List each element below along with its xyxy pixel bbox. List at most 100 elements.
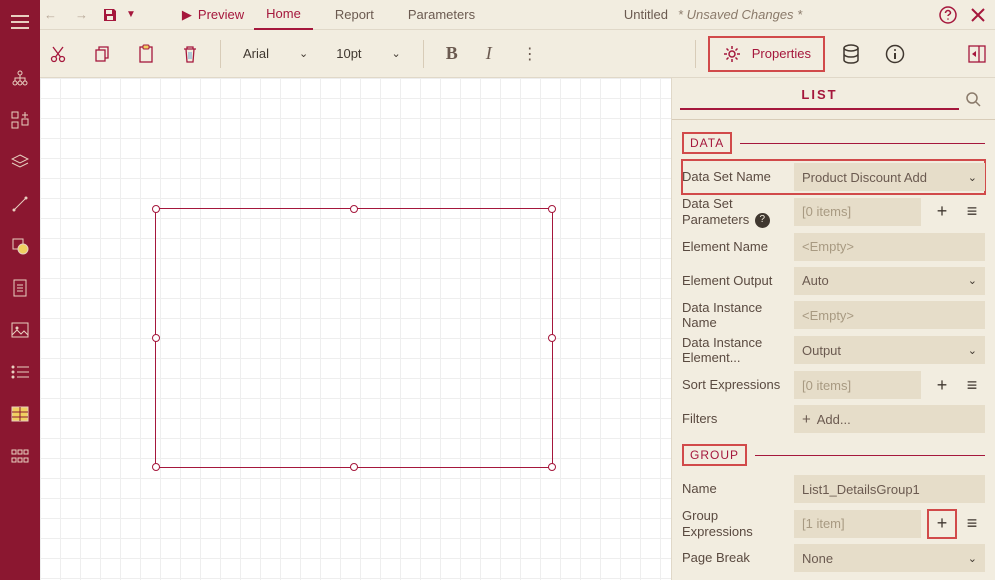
toolbar: Arial ⌄ 10pt ⌄ B I ⋮ Properties	[0, 30, 995, 78]
collapse-panel-icon[interactable]	[959, 36, 995, 72]
more-icon[interactable]: ⋮	[510, 44, 550, 64]
delete-icon[interactable]	[172, 36, 208, 72]
play-icon: ▶	[182, 7, 192, 23]
copy-icon[interactable]	[84, 36, 120, 72]
add-icon[interactable]: +	[929, 511, 955, 537]
help-icon[interactable]	[939, 6, 957, 24]
undo-icon[interactable]: ←	[40, 7, 61, 22]
prop-label: Page Break	[682, 548, 786, 568]
resize-handle[interactable]	[152, 334, 160, 342]
prop-element-output: Element Output Auto⌄	[682, 264, 985, 298]
prop-sort-expressions: Sort Expressions [0 items] + ≡	[682, 368, 985, 402]
resize-handle[interactable]	[152, 463, 160, 471]
database-icon[interactable]	[833, 36, 869, 72]
resize-handle[interactable]	[548, 205, 556, 213]
data-instance-element-select[interactable]: Output⌄	[794, 336, 985, 364]
save-icon[interactable]	[102, 7, 118, 23]
tab-home[interactable]: Home	[254, 0, 313, 30]
font-select[interactable]: Arial ⌄	[233, 40, 318, 67]
menu-icon[interactable]: ≡	[959, 199, 985, 225]
prop-value: None	[802, 551, 833, 566]
prop-label: Filters	[682, 409, 786, 429]
filters-add-button[interactable]: +Add...	[794, 405, 985, 433]
page-break-select[interactable]: None ⌄	[794, 544, 985, 572]
chevron-down-icon: ⌄	[968, 552, 977, 565]
prop-label: Group Expressions	[682, 506, 786, 541]
matrix-icon[interactable]	[8, 444, 32, 468]
prop-label: Element Name	[682, 237, 786, 257]
resize-handle[interactable]	[350, 205, 358, 213]
section-group-title: GROUP	[682, 444, 747, 466]
properties-button[interactable]: Properties	[708, 36, 825, 72]
data-set-name-select[interactable]: Product Discount Add ⌄	[794, 163, 985, 191]
resize-handle[interactable]	[548, 334, 556, 342]
divider	[755, 455, 985, 456]
tab-parameters[interactable]: Parameters	[396, 7, 487, 22]
tab-report[interactable]: Report	[323, 7, 386, 22]
save-dropdown-icon[interactable]: ▼	[120, 9, 142, 20]
properties-panel: LIST DATA Data Set Name Product Discount…	[671, 78, 995, 580]
image-icon[interactable]	[8, 318, 32, 342]
prop-data-set-parameters: Data Set Parameters ? [0 items] + ≡	[682, 194, 985, 230]
properties-label: Properties	[752, 46, 811, 61]
redo-icon[interactable]: →	[71, 7, 92, 22]
add-icon[interactable]: +	[929, 199, 955, 225]
prop-value: <Empty>	[802, 239, 854, 254]
document-icon[interactable]	[8, 276, 32, 300]
layers-icon[interactable]	[8, 150, 32, 174]
prop-value: [0 items]	[802, 378, 851, 393]
bold-button[interactable]: B	[436, 43, 468, 64]
size-select[interactable]: 10pt ⌄	[326, 40, 411, 67]
group-name-field[interactable]: List1_DetailsGroup1	[794, 475, 985, 503]
left-rail	[0, 0, 40, 580]
unsaved-indicator: * Unsaved Changes *	[678, 7, 802, 22]
line-icon[interactable]	[8, 192, 32, 216]
prop-value: [0 items]	[802, 204, 851, 219]
plus-icon: +	[802, 411, 811, 428]
resize-handle[interactable]	[350, 463, 358, 471]
hamburger-icon[interactable]	[8, 10, 32, 34]
element-output-select[interactable]: Auto⌄	[794, 267, 985, 295]
table-icon[interactable]	[8, 402, 32, 426]
prop-label: Sort Expressions	[682, 375, 786, 395]
add-icon[interactable]: +	[929, 372, 955, 398]
resize-handle[interactable]	[548, 463, 556, 471]
chevron-down-icon: ⌄	[392, 47, 401, 60]
element-name-field[interactable]: <Empty>	[794, 233, 985, 261]
cut-icon[interactable]	[40, 36, 76, 72]
close-icon[interactable]	[971, 8, 985, 22]
sort-expressions-field[interactable]: [0 items]	[794, 371, 921, 399]
prop-data-instance-name: Data Instance Name <Empty>	[682, 298, 985, 333]
prop-group-expressions: Group Expressions [1 item] + ≡	[682, 506, 985, 541]
prop-label: Data Set Name	[682, 167, 786, 187]
canvas[interactable]	[40, 78, 671, 580]
resize-handle[interactable]	[152, 205, 160, 213]
prop-label: Data Instance Element...	[682, 333, 786, 368]
italic-button[interactable]: I	[476, 43, 502, 64]
data-instance-name-field[interactable]: <Empty>	[794, 301, 985, 329]
data-set-parameters-field[interactable]: [0 items]	[794, 198, 921, 226]
grid-plus-icon[interactable]	[8, 108, 32, 132]
group-expressions-field[interactable]: [1 item]	[794, 510, 921, 538]
panel-tab-list[interactable]: LIST	[680, 87, 959, 110]
help-badge-icon[interactable]: ?	[755, 213, 770, 228]
menu-icon[interactable]: ≡	[959, 372, 985, 398]
size-value: 10pt	[336, 46, 361, 61]
search-icon[interactable]	[959, 91, 987, 107]
chevron-down-icon: ⌄	[968, 171, 977, 184]
prop-group-name: Name List1_DetailsGroup1	[682, 472, 985, 506]
prop-element-name: Element Name <Empty>	[682, 230, 985, 264]
menu-icon[interactable]: ≡	[959, 511, 985, 537]
divider	[740, 143, 985, 144]
preview-button[interactable]: ▶ Preview	[182, 7, 244, 23]
prop-label: Data Set Parameters ?	[682, 194, 786, 230]
main: LIST DATA Data Set Name Product Discount…	[0, 78, 995, 580]
info-icon[interactable]	[877, 36, 913, 72]
selected-list-element[interactable]	[155, 208, 553, 468]
shape-icon[interactable]	[8, 234, 32, 258]
tree-icon[interactable]	[8, 66, 32, 90]
prop-filters: Filters +Add...	[682, 402, 985, 436]
preview-label: Preview	[198, 7, 244, 22]
list-icon[interactable]	[8, 360, 32, 384]
paste-icon[interactable]	[128, 36, 164, 72]
